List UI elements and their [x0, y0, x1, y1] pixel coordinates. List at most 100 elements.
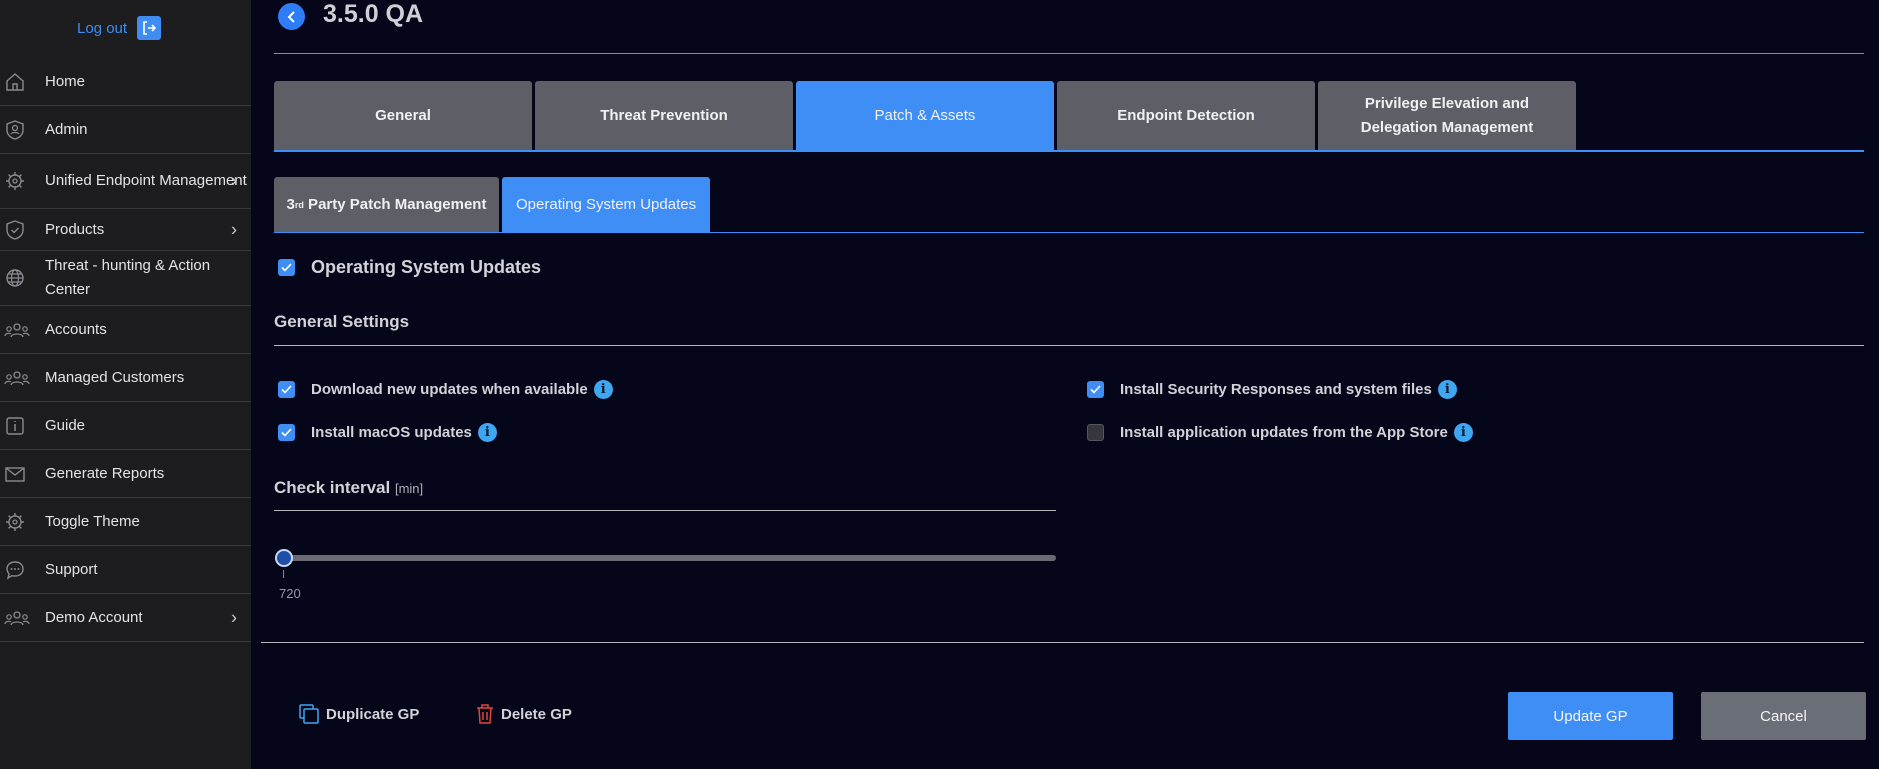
mail-icon — [0, 463, 45, 485]
sidebar-item-label: Accounts — [45, 320, 107, 338]
option-install-macos: Install macOS updates i — [278, 423, 497, 442]
delete-gp-button[interactable]: Delete GP — [475, 703, 572, 725]
chevron-right-icon: › — [231, 219, 237, 239]
check-interval-title: Check interval [min] — [274, 478, 423, 498]
subtab-third-party-patch[interactable]: 3rd Party Patch Management — [274, 177, 499, 232]
users-icon — [0, 367, 45, 389]
update-gp-button[interactable]: Update GP — [1508, 692, 1673, 740]
chat-icon — [0, 559, 45, 581]
check-interval-unit: [min] — [394, 481, 424, 496]
main-content: 3.5.0 QA General Threat Prevention Patch… — [251, 0, 1879, 769]
header-divider — [274, 53, 1864, 54]
option-download-updates: Download new updates when available i — [278, 380, 613, 399]
app-store-updates-label: Install application updates from the App… — [1120, 424, 1448, 441]
delete-gp-label: Delete GP — [501, 705, 572, 723]
sidebar-item-accounts[interactable]: Accounts — [0, 306, 251, 354]
sub-tabs: 3rd Party Patch Management Operating Sys… — [274, 177, 711, 232]
download-updates-label: Download new updates when available — [311, 381, 588, 398]
logout-button[interactable]: Log out — [77, 16, 162, 40]
os-updates-toggle: Operating System Updates — [278, 257, 541, 278]
duplicate-gp-button[interactable]: Duplicate GP — [298, 703, 419, 725]
sidebar-item-label: Products — [45, 220, 105, 238]
general-settings-title: General Settings — [274, 312, 410, 331]
slider-tick — [283, 570, 284, 578]
subtab-label-suffix: Party Patch Management — [303, 196, 487, 213]
install-macos-checkbox[interactable] — [278, 424, 295, 441]
sidebar-item-label: Demo Account — [45, 608, 143, 626]
sidebar-item-label: Guide — [45, 416, 86, 434]
tabs-underline — [274, 150, 1864, 152]
tab-threat-prevention[interactable]: Threat Prevention — [535, 81, 793, 151]
main-tabs: General Threat Prevention Patch & Assets… — [274, 81, 1576, 151]
sidebar: Log out Home Admin Unified Endpoint Mana… — [0, 0, 251, 769]
sidebar-item-admin[interactable]: Admin — [0, 106, 251, 154]
subtab-label-prefix: 3 — [286, 196, 295, 213]
general-settings-divider — [274, 345, 1864, 346]
sidebar-item-managed-customers[interactable]: Managed Customers — [0, 354, 251, 402]
download-updates-checkbox[interactable] — [278, 381, 295, 398]
check-interval-label: Check interval — [274, 478, 391, 497]
os-updates-label: Operating System Updates — [311, 257, 542, 277]
check-icon — [281, 263, 292, 272]
tab-endpoint-detection[interactable]: Endpoint Detection — [1057, 81, 1315, 151]
install-macos-label: Install macOS updates — [311, 424, 472, 441]
gear-icon — [0, 511, 45, 533]
tab-patch-assets[interactable]: Patch & Assets — [796, 81, 1054, 151]
app-store-updates-checkbox[interactable] — [1087, 424, 1104, 441]
logout-icon — [137, 16, 162, 40]
duplicate-icon — [299, 704, 319, 724]
footer-divider — [261, 642, 1864, 643]
sidebar-item-threat-hunting[interactable]: Threat - hunting & Action Center — [0, 251, 251, 306]
slider-value: 720 — [279, 586, 301, 601]
subtab-os-updates[interactable]: Operating System Updates — [502, 177, 711, 232]
page-title: 3.5.0 QA — [323, 0, 424, 28]
option-app-store-updates: Install application updates from the App… — [1087, 423, 1473, 442]
tab-general[interactable]: General — [274, 81, 532, 151]
home-icon — [0, 71, 45, 93]
sidebar-item-unified-endpoint-management[interactable]: Unified Endpoint Management › — [0, 154, 251, 209]
sidebar-item-label: Home — [45, 72, 86, 90]
info-icon[interactable]: i — [477, 423, 497, 442]
sidebar-item-label: Admin — [45, 120, 88, 138]
sidebar-item-guide[interactable]: Guide — [0, 402, 251, 450]
option-security-responses: Install Security Responses and system fi… — [1087, 380, 1457, 399]
info-icon[interactable]: i — [1453, 423, 1473, 442]
check-interval-slider[interactable] — [282, 555, 1056, 561]
back-button[interactable] — [278, 3, 305, 30]
chevron-left-icon — [287, 10, 295, 23]
info-icon[interactable]: i — [593, 380, 613, 399]
slider-handle[interactable] — [275, 549, 293, 567]
subtabs-underline — [274, 232, 1864, 233]
chevron-right-icon: › — [231, 607, 237, 627]
tab-privilege-elevation[interactable]: Privilege Elevation and Delegation Manag… — [1318, 81, 1576, 151]
sidebar-item-products[interactable]: Products › — [0, 209, 251, 251]
sidebar-item-label: Generate Reports — [45, 464, 165, 482]
chevron-right-icon: › — [231, 170, 237, 191]
users-icon — [0, 319, 45, 341]
sidebar-item-label: Unified Endpoint Management — [45, 172, 247, 189]
globe-icon — [0, 267, 45, 289]
check-interval-divider — [274, 510, 1056, 511]
cancel-button[interactable]: Cancel — [1701, 692, 1866, 740]
shield-check-icon — [0, 219, 45, 241]
sidebar-item-label: Toggle Theme — [45, 512, 140, 530]
users-icon — [0, 607, 45, 629]
check-icon — [1090, 385, 1101, 394]
sidebar-item-label: Support — [45, 560, 98, 578]
sidebar-item-support[interactable]: Support — [0, 546, 251, 594]
sidebar-item-label: Managed Customers — [45, 368, 185, 386]
sidebar-item-generate-reports[interactable]: Generate Reports — [0, 450, 251, 498]
sidebar-item-home[interactable]: Home — [0, 58, 251, 106]
os-updates-checkbox[interactable] — [278, 259, 295, 276]
sidebar-item-demo-account[interactable]: Demo Account › — [0, 594, 251, 642]
duplicate-gp-label: Duplicate GP — [326, 705, 420, 723]
security-responses-checkbox[interactable] — [1087, 381, 1104, 398]
gear-icon — [0, 170, 45, 192]
info-box-icon — [0, 415, 45, 437]
check-icon — [281, 385, 292, 394]
trash-icon — [477, 704, 493, 724]
info-icon[interactable]: i — [1437, 380, 1457, 399]
admin-shield-icon — [0, 119, 45, 141]
subtab-label-sup: rd — [294, 199, 304, 210]
sidebar-item-toggle-theme[interactable]: Toggle Theme — [0, 498, 251, 546]
